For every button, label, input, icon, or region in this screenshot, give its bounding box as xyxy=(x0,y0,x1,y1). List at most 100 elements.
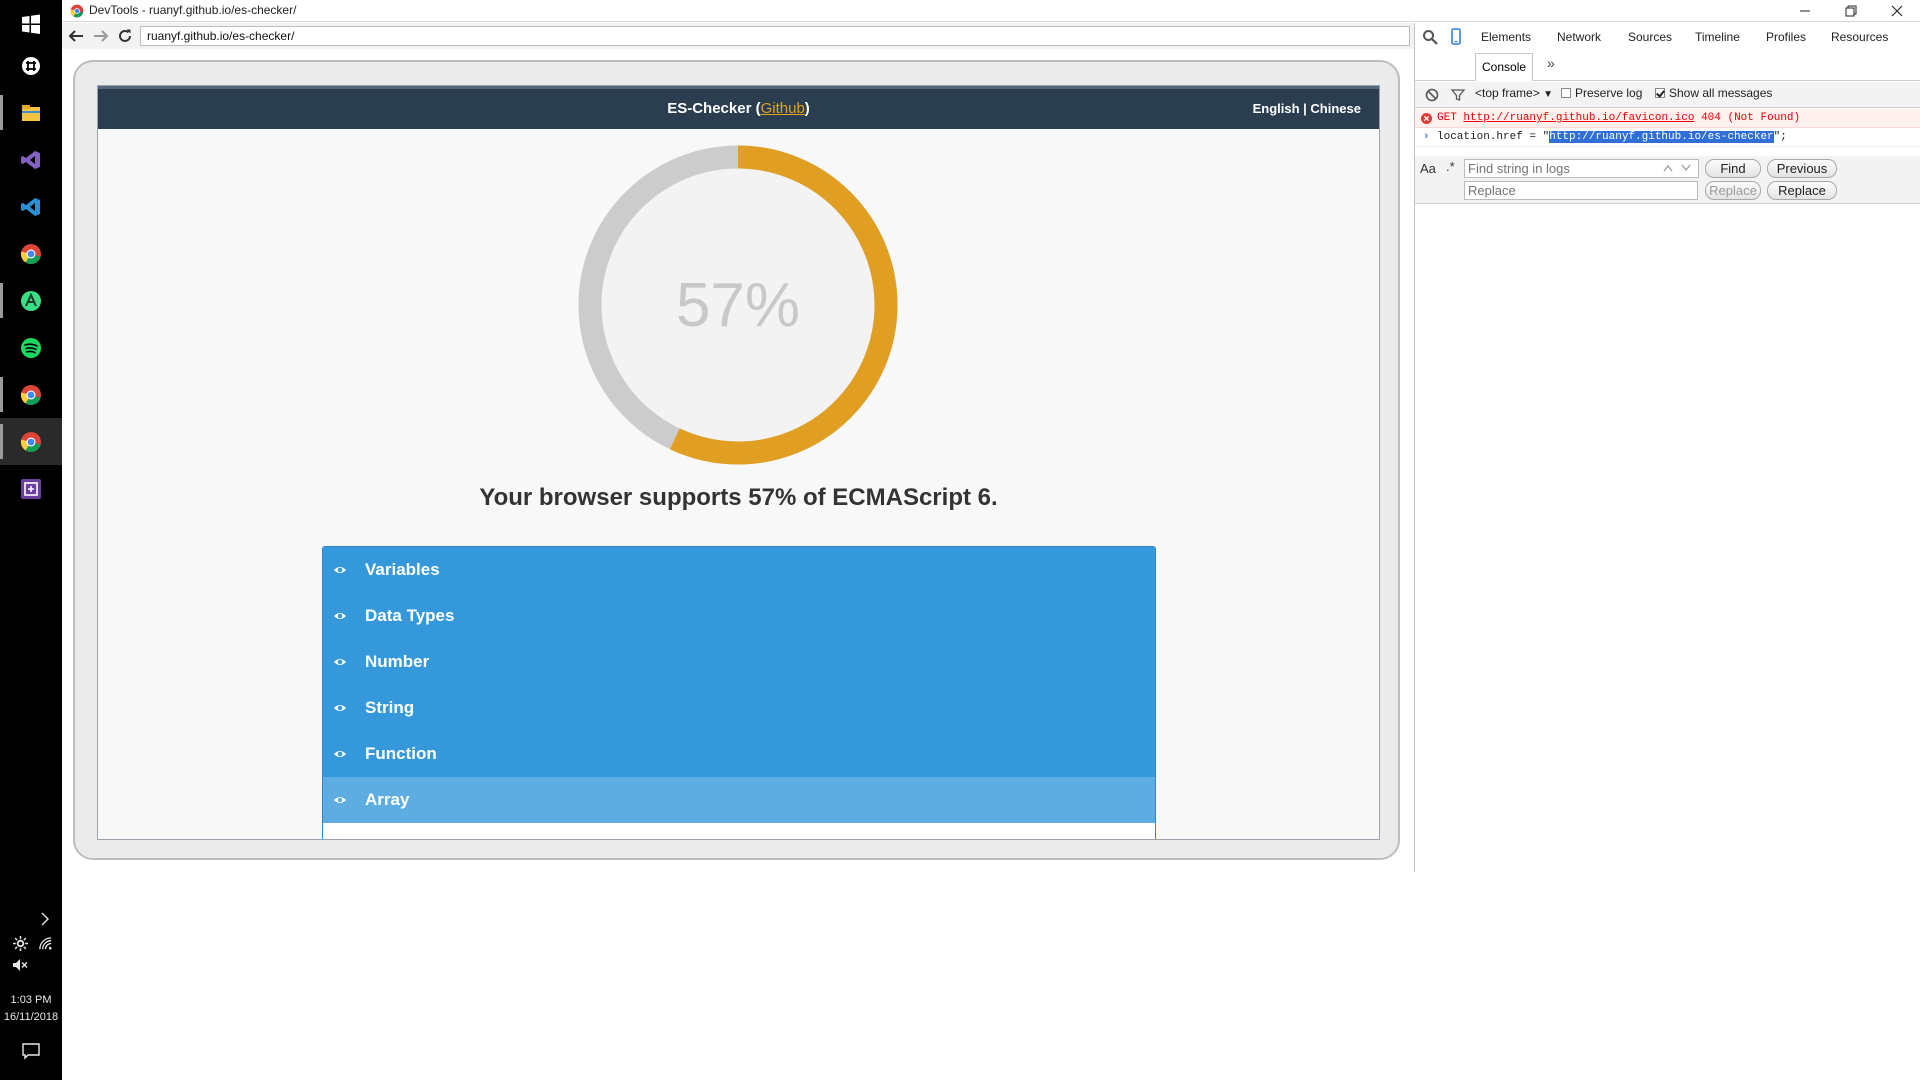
lang-chinese-link[interactable]: Chinese xyxy=(1310,101,1361,116)
feature-label: Function xyxy=(365,744,437,763)
site-header: ES-Checker (Github) English | Chinese xyxy=(98,86,1379,129)
tab-elements[interactable]: Elements xyxy=(1475,23,1537,51)
replace-all-button[interactable]: Replace xyxy=(1767,181,1837,200)
show-all-messages-checkbox[interactable]: Show all messages xyxy=(1655,86,1772,100)
frame-select[interactable]: <top frame> ▼ xyxy=(1475,86,1553,100)
preserve-log-checkbox[interactable]: Preserve log xyxy=(1561,86,1642,100)
find-button[interactable]: Find xyxy=(1705,159,1761,178)
github-link[interactable]: Github xyxy=(761,100,805,117)
command-selected-text: http://ruanyf.github.io/es-checker xyxy=(1549,131,1774,143)
error-method: GET xyxy=(1437,112,1457,124)
taskbar-app-snipping[interactable] xyxy=(0,465,62,512)
error-url-link[interactable]: http://ruanyf.github.io/favicon.ico xyxy=(1463,112,1694,124)
wifi-icon[interactable] xyxy=(38,936,53,951)
restore-icon xyxy=(1845,5,1857,17)
command-prefix: location.href = " xyxy=(1437,131,1550,143)
web-page: ES-Checker (Github) English | Chinese 57… xyxy=(97,85,1380,840)
volume-muted-icon[interactable] xyxy=(12,958,28,972)
tab-overflow-button[interactable]: » xyxy=(1547,51,1555,77)
previous-button[interactable]: Previous xyxy=(1767,159,1837,178)
settings-icon[interactable] xyxy=(13,936,28,951)
error-status: 404 (Not Found) xyxy=(1701,112,1801,124)
taskbar-clock[interactable]: 1:03 PM 16/11/2018 xyxy=(0,992,62,1026)
restore-button[interactable] xyxy=(1828,0,1874,22)
taskbar-app-chrome-1[interactable] xyxy=(0,230,62,277)
chevron-up-icon[interactable] xyxy=(40,912,50,926)
show-all-messages-label: Show all messages xyxy=(1669,86,1773,100)
taskbar-app-file-explorer[interactable] xyxy=(0,89,62,136)
tab-network[interactable]: Network xyxy=(1551,23,1607,51)
site-title: ES-Checker (Github) xyxy=(667,100,810,117)
inspect-search-icon[interactable] xyxy=(1421,28,1439,46)
taskbar-app-chrome-3[interactable] xyxy=(0,418,62,465)
feature-label: Variables xyxy=(365,560,440,579)
tab-console[interactable]: Console xyxy=(1475,53,1534,81)
chevron-down-icon[interactable] xyxy=(1681,164,1691,172)
taskbar-app-vscode[interactable] xyxy=(0,183,62,230)
replace-input[interactable] xyxy=(1464,181,1698,200)
device-frame: ES-Checker (Github) English | Chinese 57… xyxy=(73,60,1400,860)
preserve-log-label: Preserve log xyxy=(1575,86,1643,100)
taskbar-app-spotify[interactable] xyxy=(0,324,62,371)
eye-icon xyxy=(334,613,346,619)
checkbox-icon xyxy=(1561,88,1571,98)
reload-button[interactable] xyxy=(114,26,136,46)
feature-label: String xyxy=(365,698,415,717)
match-case-toggle[interactable]: Aa xyxy=(1420,161,1436,176)
chrome-icon xyxy=(20,384,41,405)
language-switch: English | Chinese xyxy=(1253,89,1361,129)
tab-profiles[interactable]: Profiles xyxy=(1760,23,1812,51)
taskbar-app-android-studio[interactable] xyxy=(0,277,62,324)
feature-item-variables[interactable]: Variables xyxy=(323,547,1155,593)
taskbar: 1:03 PM 16/11/2018 xyxy=(0,0,62,1080)
notification-center-icon[interactable] xyxy=(20,1040,42,1062)
lang-english-link[interactable]: English xyxy=(1253,101,1300,116)
taskbar-app-visual-studio[interactable] xyxy=(0,136,62,183)
minimize-button[interactable] xyxy=(1782,0,1828,22)
replace-button[interactable]: Replace xyxy=(1705,181,1761,200)
feature-item-array[interactable]: Array xyxy=(323,777,1155,823)
spotify-icon xyxy=(21,337,41,358)
url-input[interactable] xyxy=(140,26,1410,46)
start-button[interactable] xyxy=(0,0,62,47)
console-command-line[interactable]: › location.href = "http://ruanyf.github.… xyxy=(1415,128,1920,147)
browser-window: DevTools - ruanyf.github.io/es-checker/ xyxy=(62,0,1920,872)
taskbar-app-slack[interactable] xyxy=(0,42,62,89)
chevron-up-icon[interactable] xyxy=(1663,164,1673,172)
close-button[interactable] xyxy=(1874,0,1920,22)
eye-icon xyxy=(334,705,346,711)
feature-item-function[interactable]: Function xyxy=(323,731,1155,777)
feature-item-number[interactable]: Number xyxy=(323,639,1155,685)
clear-console-icon[interactable] xyxy=(1425,88,1439,102)
regex-toggle[interactable]: .* xyxy=(1446,159,1455,174)
android-studio-icon xyxy=(21,290,41,311)
taskbar-time: 1:03 PM xyxy=(10,994,52,1006)
reload-icon xyxy=(119,29,131,42)
arrow-left-icon xyxy=(68,30,83,42)
back-button[interactable] xyxy=(65,26,87,46)
forward-button[interactable] xyxy=(90,26,112,46)
app-icon xyxy=(21,478,41,499)
feature-item-string[interactable]: String xyxy=(323,685,1155,731)
feature-item-data-types[interactable]: Data Types xyxy=(323,593,1155,639)
support-summary: Your browser supports 57% of ECMAScript … xyxy=(479,484,998,511)
site-name: ES-Checker xyxy=(667,100,752,117)
visual-studio-icon xyxy=(21,150,40,169)
arrow-right-icon xyxy=(94,30,109,42)
checkbox-checked-icon xyxy=(1655,88,1665,98)
taskbar-app-chrome-2[interactable] xyxy=(0,371,62,418)
tab-sources[interactable]: Sources xyxy=(1622,23,1678,51)
feature-list-remainder xyxy=(323,823,1155,839)
tab-timeline[interactable]: Timeline xyxy=(1689,23,1746,51)
dropdown-arrow-icon: ▼ xyxy=(1543,89,1553,100)
device-mode-icon[interactable] xyxy=(1447,28,1465,46)
chrome-icon xyxy=(70,4,84,18)
feature-label: Number xyxy=(365,652,430,671)
title-bar: DevTools - ruanyf.github.io/es-checker/ xyxy=(62,0,1920,22)
tab-resources[interactable]: Resources xyxy=(1825,23,1894,51)
address-bar xyxy=(62,23,1414,49)
lang-separator: | xyxy=(1303,101,1307,116)
prompt-chevron-icon: › xyxy=(1423,131,1430,143)
filter-icon[interactable] xyxy=(1451,88,1465,102)
devtools-tabbar-row2: Console » xyxy=(1415,51,1920,81)
